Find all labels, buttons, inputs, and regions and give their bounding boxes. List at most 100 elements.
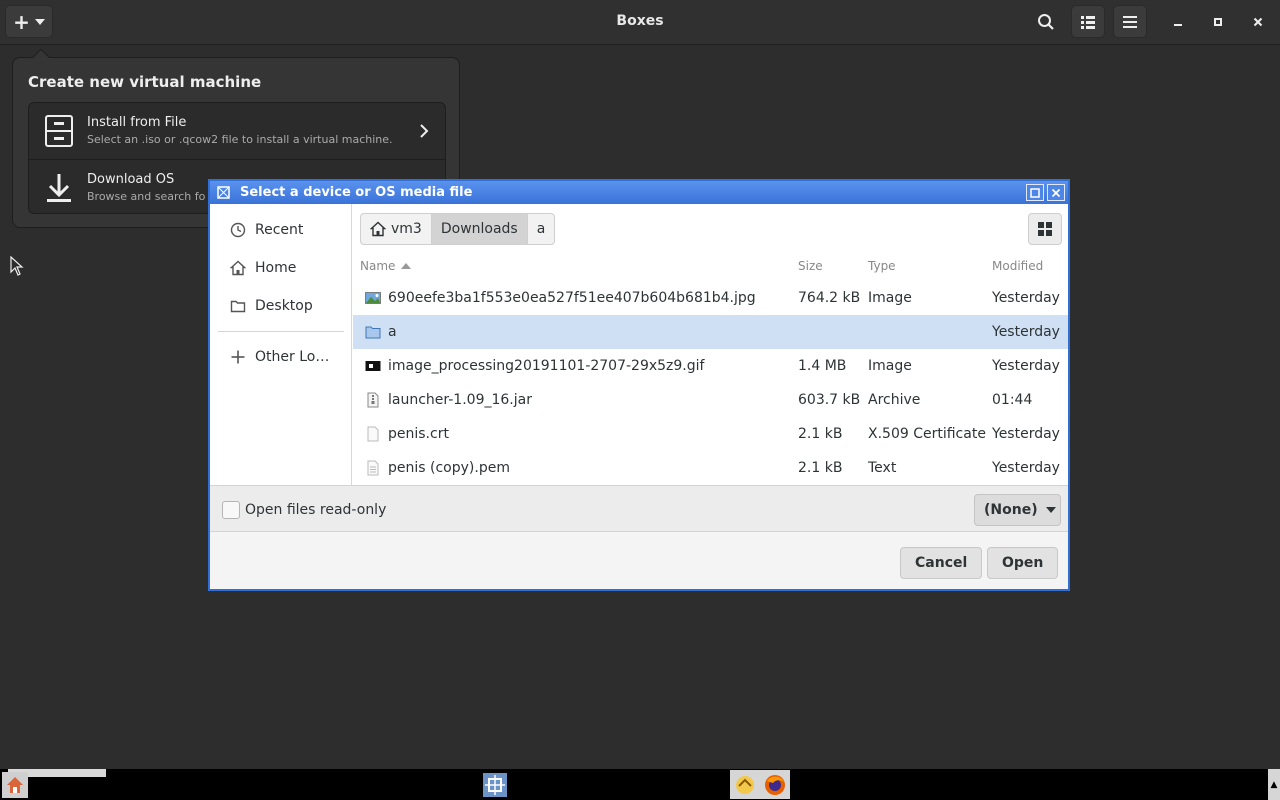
download-icon	[47, 174, 71, 202]
file-row[interactable]: penis.crt 2.1 kB X.509 Certificate Yeste…	[353, 417, 1068, 451]
grid-view-button[interactable]	[1028, 213, 1062, 245]
file-size: 2.1 kB	[798, 426, 843, 442]
popover-title: Create new virtual machine	[28, 73, 262, 91]
file-name: 690eefe3ba1f553e0ea527f51ee407b604b681b4…	[388, 290, 756, 306]
file-name: penis (copy).pem	[388, 460, 510, 476]
file-row[interactable]: 690eefe3ba1f553e0ea527f51ee407b604b681b4…	[353, 281, 1068, 315]
file-name: image_processing20191101-2707-29x5z9.gif	[388, 358, 705, 374]
home-icon	[230, 260, 246, 276]
maximize-icon	[1214, 18, 1222, 26]
options-bar: Open files read-only (None)	[210, 485, 1068, 532]
certificate-file-icon	[367, 426, 379, 442]
list-view-button[interactable]	[1071, 5, 1105, 38]
file-row[interactable]: penis (copy).pem 2.1 kB Text Yesterday	[353, 451, 1068, 485]
file-row[interactable]: image_processing20191101-2707-29x5z9.gif…	[353, 349, 1068, 383]
search-icon	[1038, 13, 1054, 30]
popover-arrow	[32, 48, 50, 66]
path-crumb-home[interactable]: vm3	[361, 214, 432, 244]
grid-icon	[1038, 222, 1052, 236]
firefox-icon[interactable]	[763, 773, 787, 797]
file-name: a	[388, 324, 397, 340]
close-icon	[1051, 188, 1061, 197]
gif-file-icon	[365, 361, 381, 371]
file-filter-value: (None)	[984, 502, 1038, 518]
notes-app-icon[interactable]	[734, 774, 756, 796]
file-modified: Yesterday	[992, 426, 1060, 442]
hamburger-menu-icon	[1123, 15, 1137, 28]
file-modified: Yesterday	[992, 460, 1060, 476]
folder-icon	[230, 300, 246, 313]
chevron-down-icon	[1045, 507, 1056, 513]
dialog-title: Select a device or OS media file	[240, 185, 473, 200]
file-size: 2.1 kB	[798, 460, 843, 476]
file-type: Archive	[868, 392, 921, 408]
install-from-file-subtitle: Select an .iso or .qcow2 file to install…	[87, 133, 393, 146]
dialog-footer: Cancel Open	[210, 532, 1068, 589]
sidebar-item-recent[interactable]: Recent	[210, 212, 351, 248]
show-desktop-button[interactable]: ▲	[1268, 769, 1280, 800]
file-chooser-dialog: Select a device or OS media file Recent	[208, 179, 1070, 591]
folder-icon	[365, 326, 381, 339]
file-row[interactable]: launcher-1.09_16.jar 603.7 kB Archive 01…	[353, 383, 1068, 417]
start-menu-button[interactable]	[2, 772, 28, 798]
list-view-icon	[1081, 15, 1095, 29]
sidebar-item-home[interactable]: Home	[210, 250, 351, 286]
archive-file-icon	[367, 392, 379, 408]
boxes-app-icon	[483, 773, 507, 797]
file-type: Image	[868, 290, 912, 306]
open-button[interactable]: Open	[987, 547, 1059, 579]
sort-ascending-icon	[401, 263, 412, 269]
file-name: launcher-1.09_16.jar	[388, 392, 532, 408]
file-modified: Yesterday	[992, 358, 1060, 374]
file-name: penis.crt	[388, 426, 449, 442]
file-type: Image	[868, 358, 912, 374]
read-only-checkbox[interactable]	[222, 501, 240, 519]
read-only-label: Open files read-only	[245, 502, 387, 518]
minimize-button[interactable]	[1167, 11, 1189, 33]
sidebar-item-label: Recent	[255, 222, 304, 238]
install-from-file-item[interactable]: Install from File Select an .iso or .qco…	[29, 103, 445, 159]
path-bar: vm3 Downloads a	[360, 213, 556, 245]
main-menu-button[interactable]	[1113, 5, 1147, 38]
system-tray	[730, 770, 790, 799]
minimize-icon	[1174, 24, 1182, 26]
home-icon	[370, 221, 386, 237]
install-from-file-title: Install from File	[87, 115, 187, 130]
taskbar-app-boxes[interactable]	[481, 771, 509, 799]
text-file-icon	[367, 460, 379, 476]
file-type: X.509 Certificate	[868, 426, 986, 442]
header-bar: + Boxes	[0, 0, 1280, 45]
file-filter-dropdown[interactable]: (None)	[974, 494, 1061, 526]
file-modified: Yesterday	[992, 324, 1060, 340]
image-file-icon	[365, 292, 381, 304]
dialog-titlebar[interactable]: Select a device or OS media file	[210, 181, 1068, 204]
window-icon	[217, 186, 230, 199]
file-row[interactable]: a Yesterday	[353, 315, 1068, 349]
column-header-name[interactable]: Name	[360, 259, 412, 273]
file-size: 603.7 kB	[798, 392, 861, 408]
download-os-subtitle: Browse and search fo	[87, 190, 206, 203]
path-crumb-a[interactable]: a	[528, 214, 555, 244]
search-button[interactable]	[1029, 5, 1063, 38]
path-crumb-downloads[interactable]: Downloads	[431, 214, 528, 244]
file-modified: Yesterday	[992, 290, 1060, 306]
sidebar-separator	[218, 331, 344, 332]
file-list: Name Size Type Modified 690eefe3ba1f553e…	[353, 253, 1068, 485]
file-cabinet-icon	[45, 115, 73, 147]
column-header-type[interactable]: Type	[868, 259, 896, 273]
sidebar-item-label: Desktop	[255, 298, 313, 314]
clock-icon	[230, 222, 246, 238]
mouse-cursor-icon	[10, 256, 24, 276]
sidebar-item-desktop[interactable]: Desktop	[210, 288, 351, 324]
cancel-button[interactable]: Cancel	[900, 547, 983, 579]
dialog-close-button[interactable]	[1047, 184, 1065, 201]
path-crumb-label: Downloads	[440, 221, 518, 237]
maximize-button[interactable]	[1207, 11, 1229, 33]
maximize-icon	[1030, 187, 1040, 198]
sidebar-item-other-locations[interactable]: Other Lo…	[210, 339, 351, 375]
close-button[interactable]	[1247, 11, 1269, 33]
dialog-maximize-button[interactable]	[1026, 184, 1044, 201]
column-header-size[interactable]: Size	[798, 259, 823, 273]
column-header-label: Name	[360, 259, 396, 273]
column-header-modified[interactable]: Modified	[992, 259, 1043, 273]
